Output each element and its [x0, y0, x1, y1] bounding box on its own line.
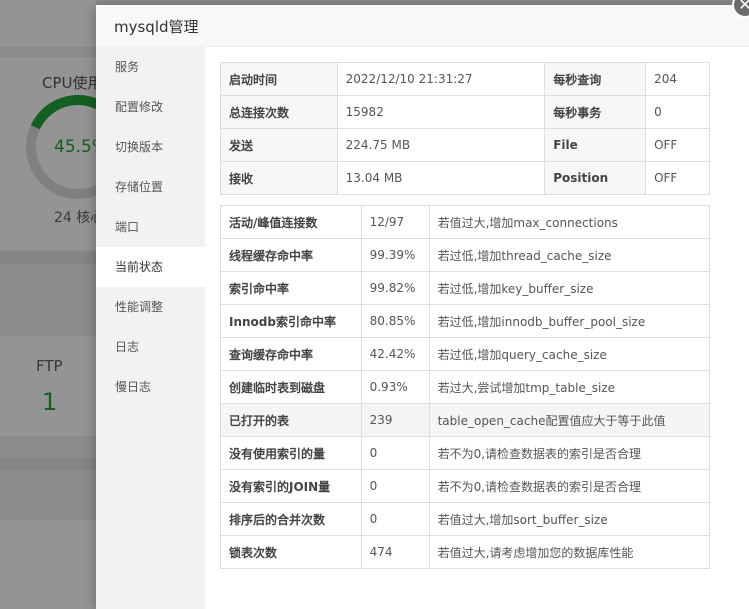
summary-value: 224.75 MB	[336, 128, 546, 162]
mysqld-manager-dialog: mysqld管理 服务 配置修改 切换版本 存储位置 端口 当前状态 性能调整 …	[96, 5, 749, 609]
table-row: 查询缓存命中率 42.42% 若过低,增加query_cache_size	[220, 337, 711, 371]
summary-key: 每秒查询	[544, 62, 647, 96]
metric-name: 查询缓存命中率	[220, 337, 362, 371]
metric-tip: 若过大,尝试增加tmp_table_size	[428, 370, 711, 404]
summary-value: 2022/12/10 21:31:27	[336, 62, 546, 96]
metric-name: 索引命中率	[220, 271, 362, 305]
metric-name: 没有使用索引的量	[220, 436, 362, 470]
table-row: 发送 224.75 MB File OFF	[220, 128, 710, 162]
metric-tip: 若过低,增加key_buffer_size	[428, 271, 711, 305]
sidebar-item-service[interactable]: 服务	[96, 47, 205, 87]
summary-value: 13.04 MB	[336, 161, 546, 195]
summary-key: 启动时间	[220, 62, 338, 96]
table-row: Innodb索引命中率 80.85% 若过低,增加innodb_buffer_p…	[220, 304, 711, 338]
metric-name: 活动/峰值连接数	[220, 205, 362, 239]
summary-value: OFF	[645, 161, 710, 195]
table-row: 创建临时表到磁盘 0.93% 若过大,尝试增加tmp_table_size	[220, 370, 711, 404]
metric-name: 线程缓存命中率	[220, 238, 362, 272]
metric-value: 42.42%	[360, 337, 430, 371]
metric-value: 0	[360, 436, 430, 470]
metric-value: 0	[360, 502, 430, 536]
sidebar-item-status[interactable]: 当前状态	[96, 247, 205, 287]
sidebar-item-switch-version[interactable]: 切换版本	[96, 127, 205, 167]
table-row: 没有使用索引的量 0 若不为0,请检查数据表的索引是否合理	[220, 436, 711, 470]
table-row: 总连接次数 15982 每秒事务 0	[220, 95, 710, 129]
metric-name: 已打开的表	[220, 403, 362, 437]
table-row: 索引命中率 99.82% 若过低,增加key_buffer_size	[220, 271, 711, 305]
table-row: 接收 13.04 MB Position OFF	[220, 161, 710, 195]
table-row: 锁表次数 474 若值过大,请考虑增加您的数据库性能	[220, 535, 711, 569]
dialog-title-bar: mysqld管理	[96, 5, 749, 47]
metric-tip: 若不为0,请检查数据表的索引是否合理	[428, 469, 711, 503]
summary-key: Position	[544, 161, 647, 195]
sidebar-item-port[interactable]: 端口	[96, 207, 205, 247]
metric-value: 80.85%	[360, 304, 430, 338]
metric-value: 99.39%	[360, 238, 430, 272]
metric-tip: 若过低,增加thread_cache_size	[428, 238, 711, 272]
summary-table: 启动时间 2022/12/10 21:31:27 每秒查询 204 总连接次数 …	[220, 62, 710, 195]
status-table: 活动/峰值连接数 12/97 若值过大,增加max_connections 线程…	[220, 205, 711, 569]
metric-name: 锁表次数	[220, 535, 362, 569]
table-row: 活动/峰值连接数 12/97 若值过大,增加max_connections	[220, 205, 711, 239]
dialog-sidebar: 服务 配置修改 切换版本 存储位置 端口 当前状态 性能调整 日志 慢日志	[96, 47, 205, 609]
sidebar-item-storage[interactable]: 存储位置	[96, 167, 205, 207]
table-row: 已打开的表 239 table_open_cache配置值应大于等于此值	[220, 403, 711, 437]
sidebar-item-config[interactable]: 配置修改	[96, 87, 205, 127]
summary-key: 每秒事务	[544, 95, 647, 129]
summary-value: 204	[645, 62, 710, 96]
dialog-title: mysqld管理	[114, 18, 199, 36]
metric-value: 12/97	[360, 205, 430, 239]
metric-tip: table_open_cache配置值应大于等于此值	[428, 403, 711, 437]
metric-tip: 若值过大,增加sort_buffer_size	[428, 502, 711, 536]
summary-key: 发送	[220, 128, 338, 162]
sidebar-item-slow-log[interactable]: 慢日志	[96, 367, 205, 407]
table-row: 启动时间 2022/12/10 21:31:27 每秒查询 204	[220, 62, 710, 96]
summary-key: File	[544, 128, 647, 162]
metric-value: 0.93%	[360, 370, 430, 404]
table-row: 没有索引的JOIN量 0 若不为0,请检查数据表的索引是否合理	[220, 469, 711, 503]
summary-key: 接收	[220, 161, 338, 195]
metric-name: 排序后的合并次数	[220, 502, 362, 536]
status-content: 启动时间 2022/12/10 21:31:27 每秒查询 204 总连接次数 …	[220, 62, 711, 569]
metric-name: Innodb索引命中率	[220, 304, 362, 338]
summary-value: 15982	[336, 95, 546, 129]
table-row: 线程缓存命中率 99.39% 若过低,增加thread_cache_size	[220, 238, 711, 272]
metric-tip: 若不为0,请检查数据表的索引是否合理	[428, 436, 711, 470]
sidebar-item-log[interactable]: 日志	[96, 327, 205, 367]
metric-value: 474	[360, 535, 430, 569]
summary-value: OFF	[645, 128, 710, 162]
metric-name: 创建临时表到磁盘	[220, 370, 362, 404]
summary-key: 总连接次数	[220, 95, 338, 129]
metric-tip: 若值过大,请考虑增加您的数据库性能	[428, 535, 711, 569]
metric-name: 没有索引的JOIN量	[220, 469, 362, 503]
metric-value: 99.82%	[360, 271, 430, 305]
metric-tip: 若过低,增加query_cache_size	[428, 337, 711, 371]
metric-tip: 若过低,增加innodb_buffer_pool_size	[428, 304, 711, 338]
sidebar-item-performance[interactable]: 性能调整	[96, 287, 205, 327]
table-row: 排序后的合并次数 0 若值过大,增加sort_buffer_size	[220, 502, 711, 536]
metric-value: 0	[360, 469, 430, 503]
metric-value: 239	[360, 403, 430, 437]
summary-value: 0	[645, 95, 710, 129]
metric-tip: 若值过大,增加max_connections	[428, 205, 711, 239]
